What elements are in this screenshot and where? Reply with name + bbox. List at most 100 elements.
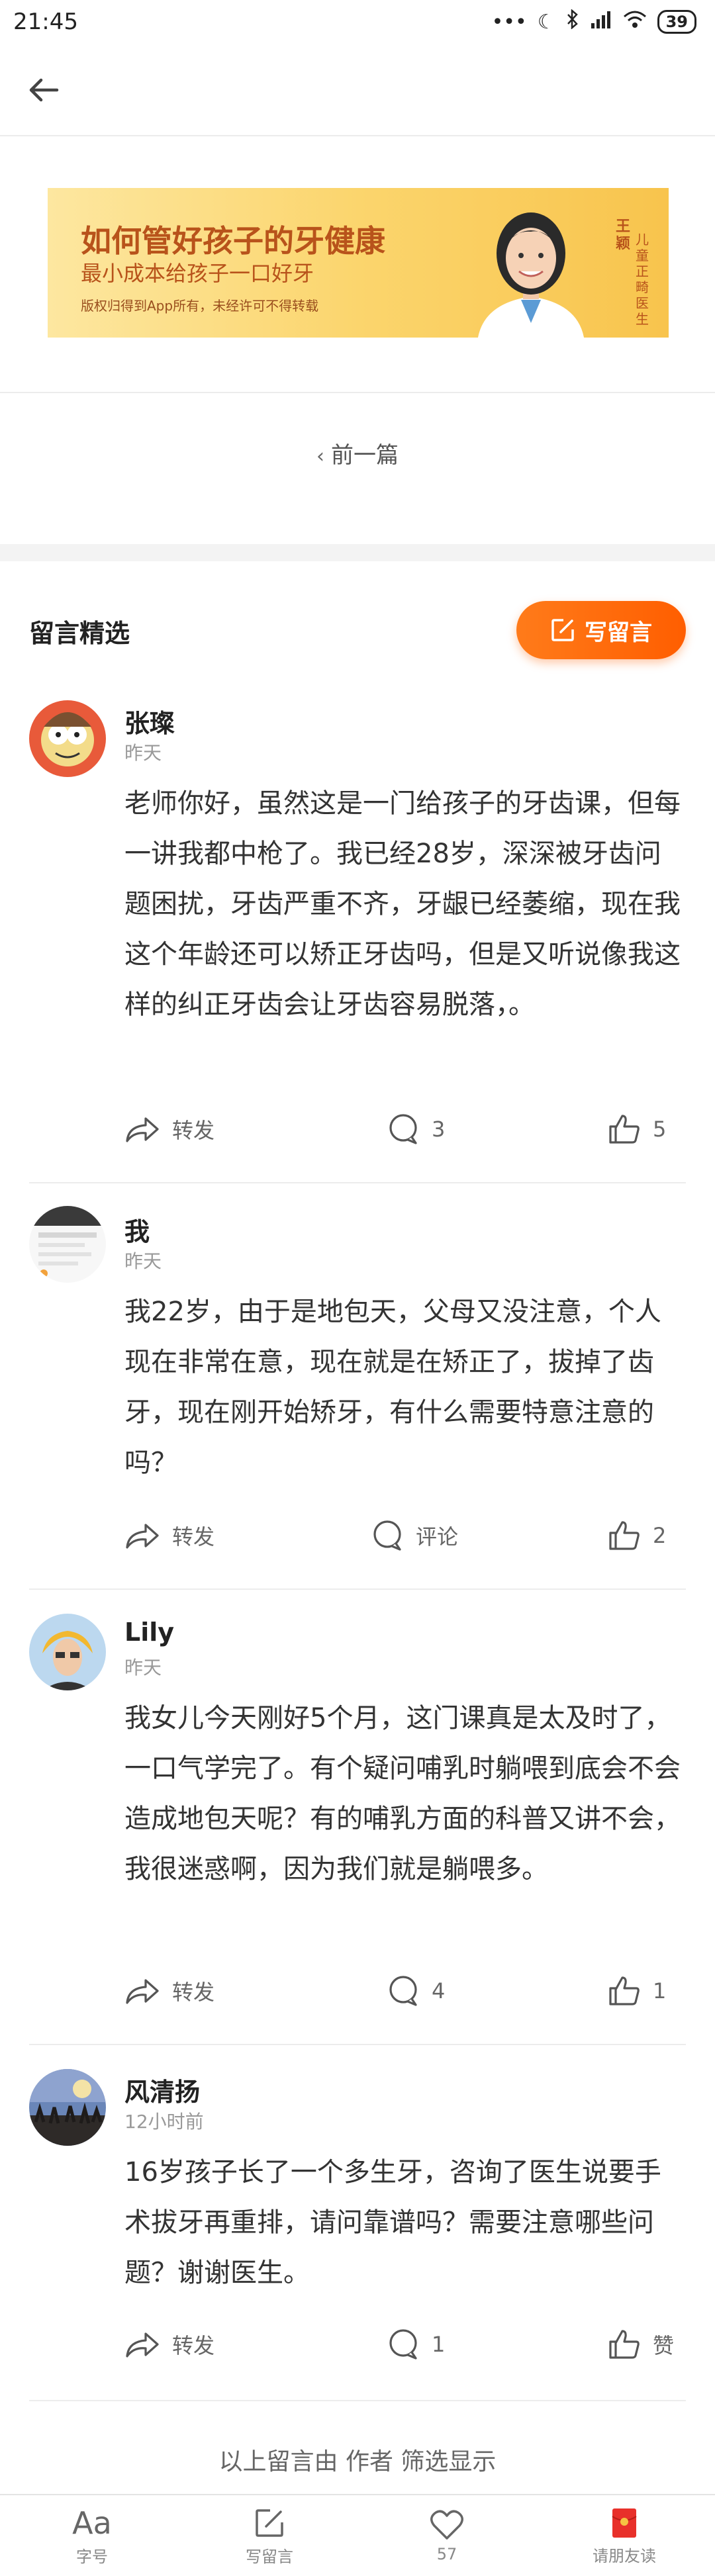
comment-text: 我女儿今天刚好5个月，这门课真是太及时了，一口气学完了。有个疑问哺乳时躺喂到底会… [124, 1703, 681, 1884]
share-icon [126, 1117, 159, 1142]
comment-count-button[interactable]: 3 [387, 1109, 445, 1149]
like-button[interactable]: 2 [608, 1516, 666, 1555]
more-dots-icon: ••• [491, 10, 527, 34]
share-label: 转发 [172, 1980, 215, 2005]
comment-time: 昨天 [124, 742, 162, 764]
like-button[interactable]: 5 [608, 1109, 666, 1149]
write-comment-label: 写留言 [585, 619, 652, 646]
comment-actions: 转发 1 赞 [124, 2324, 686, 2364]
comment-count: 评论 [416, 1524, 459, 1549]
status-bar: 21:45 ••• ☾ 39 [0, 0, 715, 44]
back-button[interactable] [20, 66, 68, 114]
comments-footer-note: 以上留言由 作者 筛选显示 [218, 2448, 497, 2475]
edit-icon [551, 619, 574, 641]
commenter-name: Lily [124, 1618, 175, 1647]
avatar[interactable] [29, 700, 106, 777]
comment-actions: 转发 3 5 [124, 1109, 686, 1149]
font-size-tab[interactable]: Aa 字号 [3, 2495, 181, 2576]
commenter-name: 我 [124, 1217, 150, 1246]
wifi-icon [623, 10, 647, 34]
share-icon [126, 2332, 159, 2358]
thumbs-up-icon [609, 2330, 640, 2359]
write-comment-tab[interactable]: 写留言 [180, 2495, 359, 2576]
speech-bubble-icon [373, 1520, 401, 1551]
commenter-name: 风清扬 [124, 2078, 201, 2107]
heart-icon [430, 2510, 463, 2540]
previous-article-label: 前一篇 [331, 442, 399, 469]
comment-count-button[interactable]: 4 [387, 1971, 445, 2011]
banner-author-name: 王颖 [615, 218, 630, 252]
thumbs-up-icon [609, 1115, 640, 1144]
banner-copyright-note: 版权归得到App所有，未经许可不得转载 [81, 298, 319, 314]
status-time: 21:45 [13, 9, 78, 35]
share-icon [126, 1524, 159, 1549]
like-tab[interactable]: 57 [358, 2495, 536, 2576]
write-comment-button[interactable]: 写留言 [516, 601, 686, 659]
comment-actions: 转发 4 1 [124, 1971, 686, 2011]
commenter-name: 张璨 [124, 709, 175, 738]
banner-author-role: 儿童正畸医生 [636, 232, 649, 327]
banner-section: 如何管好孩子的牙健康 最小成本给孩子一口好牙 版权归得到App所有，未经许可不得… [0, 138, 715, 393]
thumbs-up-icon [609, 1521, 640, 1550]
avatar[interactable] [29, 2069, 106, 2146]
font-size-icon: Aa [72, 2505, 112, 2541]
comment-time: 昨天 [124, 1657, 162, 1679]
avatar[interactable] [29, 1206, 106, 1283]
comment-text: 老师你好，虽然这是一门给孩子的牙齿课，但每一讲我都中枪了。我已经28岁，深深被牙… [124, 788, 681, 1020]
share-button[interactable]: 转发 [124, 2324, 215, 2364]
font-size-label: 字号 [76, 2547, 108, 2566]
divider [29, 2400, 686, 2401]
comment-count-button[interactable]: 评论 [371, 1516, 458, 1555]
previous-article-link[interactable]: ‹ 前一篇 [0, 437, 715, 469]
section-divider [0, 544, 715, 561]
comments-section-title: 留言精选 [29, 619, 130, 648]
avatar[interactable] [29, 1614, 106, 1690]
comment-count: 1 [432, 2332, 446, 2357]
share-button[interactable]: 转发 [124, 1516, 215, 1555]
divider [29, 1182, 686, 1183]
battery-icon: 39 [657, 10, 696, 34]
comment-count-button[interactable]: 1 [387, 2324, 445, 2364]
write-comment-tab-label: 写留言 [246, 2547, 293, 2566]
speech-bubble-icon [389, 2329, 417, 2360]
like-count-label: 57 [436, 2545, 457, 2563]
course-banner[interactable]: 如何管好孩子的牙健康 最小成本给孩子一口好牙 版权归得到App所有，未经许可不得… [48, 188, 669, 338]
comment-time: 12小时前 [124, 2111, 204, 2133]
banner-subtitle: 最小成本给孩子一口好牙 [81, 261, 314, 286]
edit-icon [256, 2508, 283, 2537]
share-button[interactable]: 转发 [124, 1971, 215, 2011]
banner-title: 如何管好孩子的牙健康 [81, 223, 385, 259]
author-photo [478, 212, 584, 338]
red-envelope-icon [612, 2508, 637, 2538]
like-count: 1 [653, 1978, 667, 2003]
like-count: 赞 [653, 2333, 675, 2358]
speech-bubble-icon [389, 1114, 417, 1144]
speech-bubble-icon [389, 1976, 417, 2006]
bottom-toolbar: Aa 字号 写留言 57 请朋友读 [0, 2494, 715, 2576]
comment-text: 我22岁，由于是地包天，父母又没注意，个人现在非常在意，现在就是在矫正了，拔掉了… [124, 1297, 661, 1478]
share-label: 转发 [172, 1118, 215, 1143]
thumbs-up-icon [609, 1976, 640, 2005]
invite-friend-tab[interactable]: 请朋友读 [535, 2495, 714, 2576]
like-count: 2 [653, 1523, 667, 1548]
share-label: 转发 [172, 2333, 215, 2358]
comment-text: 16岁孩子长了一个多生牙，咨询了医生说要手术拔牙再重排，请问靠谱吗？需要注意哪些… [124, 2157, 661, 2288]
like-button[interactable]: 1 [608, 1971, 666, 2011]
share-label: 转发 [172, 1524, 215, 1549]
like-button[interactable]: 赞 [608, 2324, 674, 2364]
comment-actions: 转发 评论 2 [124, 1516, 686, 1555]
divider [29, 1588, 686, 1590]
share-icon [126, 1979, 159, 2004]
chevron-left-icon: ‹ [316, 445, 324, 468]
top-nav [0, 44, 715, 136]
moon-icon: ☾ [537, 10, 555, 34]
signal-icon [590, 10, 612, 34]
back-arrow-icon [29, 78, 59, 102]
comment-time: 昨天 [124, 1250, 162, 1272]
divider [29, 2044, 686, 2045]
share-button[interactable]: 转发 [124, 1109, 215, 1149]
invite-friend-label: 请朋友读 [593, 2546, 656, 2565]
comment-count: 4 [432, 1978, 446, 2003]
bluetooth-icon [566, 9, 579, 34]
like-count: 5 [653, 1117, 667, 1142]
